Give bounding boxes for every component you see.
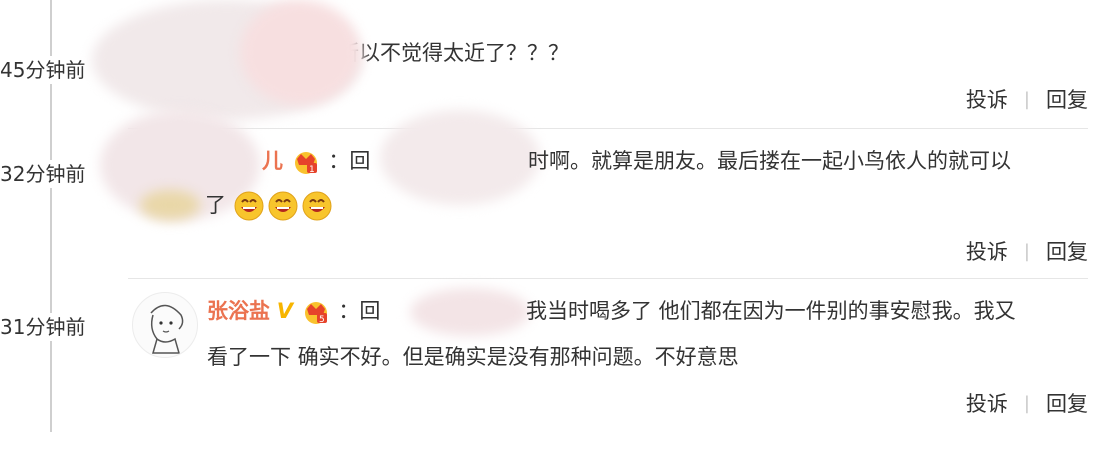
crown-badge-icon: 1 xyxy=(292,149,320,175)
reply-prefix: ：回 xyxy=(328,149,371,173)
svg-text:5: 5 xyxy=(319,315,325,325)
comment-line: 儿 1 ：回 xyxy=(262,146,370,176)
action-divider: | xyxy=(1023,240,1030,262)
comment-text: 所以不觉得太近了？？？ xyxy=(338,41,569,65)
comment-actions: 投诉 | 回复 xyxy=(966,236,1088,266)
grinning-face-icon xyxy=(267,190,299,222)
report-button[interactable]: 投诉 xyxy=(966,84,1008,114)
grinning-face-icon xyxy=(301,190,333,222)
username[interactable]: 儿 xyxy=(262,149,283,173)
comment-divider xyxy=(128,278,1088,279)
reply-button[interactable]: 回复 xyxy=(1046,236,1088,266)
svg-text:1: 1 xyxy=(309,165,315,175)
reply-button[interactable]: 回复 xyxy=(1046,84,1088,114)
comment-text-cont: 了 xyxy=(205,193,226,217)
username[interactable]: 张浴盐 xyxy=(207,299,270,323)
report-button[interactable]: 投诉 xyxy=(966,388,1008,418)
privacy-blur xyxy=(380,110,540,205)
privacy-blur xyxy=(240,0,360,105)
action-divider: | xyxy=(1023,88,1030,110)
time-label: 32分钟前 xyxy=(0,160,102,188)
time-label: 31分钟前 xyxy=(0,313,102,341)
verified-v-icon: V xyxy=(276,299,293,323)
comment-text: 时啊。就算是朋友。最后搂在一起小鸟依人的就可以 xyxy=(528,149,1011,173)
report-button[interactable]: 投诉 xyxy=(966,236,1008,266)
avatar[interactable] xyxy=(132,292,198,358)
privacy-blur xyxy=(140,190,200,220)
comment-text-cont: 看了一下 确实不好。但是确实是没有那种问题。不好意思 xyxy=(207,345,739,369)
crown-badge-icon: 5 xyxy=(302,299,330,325)
action-divider: | xyxy=(1023,392,1030,414)
grinning-face-icon xyxy=(233,190,265,222)
reply-button[interactable]: 回复 xyxy=(1046,388,1088,418)
comment-line: 了 xyxy=(205,190,335,222)
comment-actions: 投诉 | 回复 xyxy=(966,388,1088,418)
comment-divider xyxy=(128,128,1088,129)
privacy-blur xyxy=(410,288,530,336)
time-label: 45分钟前 xyxy=(0,56,102,84)
reply-prefix: ：回 xyxy=(338,299,381,323)
comment-actions: 投诉 | 回复 xyxy=(966,84,1088,114)
comment-text: 我当时喝多了 他们都在因为一件别的事安慰我。我又 xyxy=(526,299,1016,323)
comment-line: 张浴盐 V 5 ：回 xyxy=(207,296,380,326)
